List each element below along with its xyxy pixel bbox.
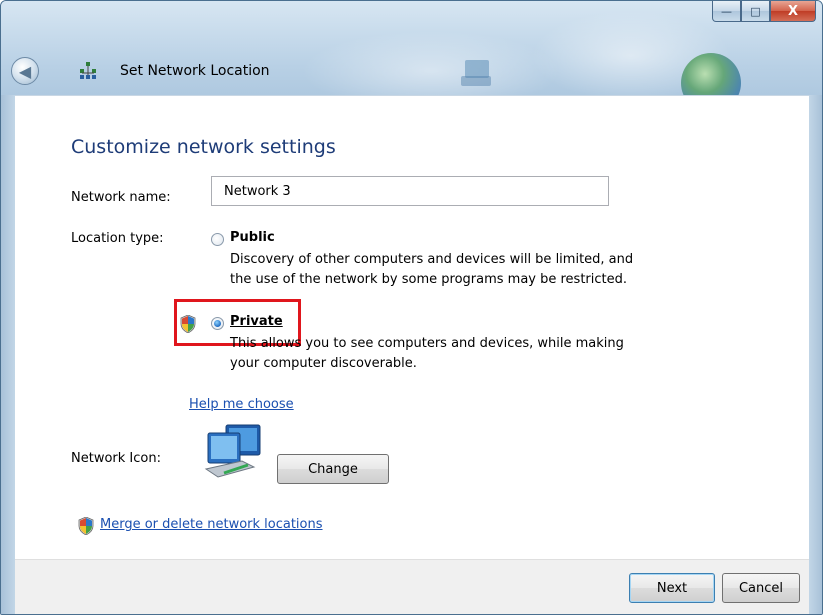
next-button-label: Next	[656, 580, 688, 596]
caption-buttons: — □ X	[712, 1, 816, 23]
page-heading: Customize network settings	[71, 136, 336, 158]
location-type-label: Location type:	[71, 231, 164, 246]
private-radio[interactable]	[211, 317, 224, 330]
back-arrow-icon: ◀	[18, 61, 32, 81]
window-title: Set Network Location	[120, 63, 270, 79]
public-option-label[interactable]: Public	[230, 230, 275, 245]
network-icon	[80, 62, 96, 79]
public-radio[interactable]	[211, 233, 224, 246]
public-description-line: Discovery of other computers and devices…	[230, 252, 634, 267]
cancel-button[interactable]: Cancel	[722, 573, 800, 603]
minimize-button[interactable]: —	[712, 1, 741, 22]
change-icon-button[interactable]: Change	[277, 454, 389, 484]
network-icon-label: Network Icon:	[71, 451, 161, 466]
public-description: Discovery of other computers and devices…	[230, 250, 710, 290]
network-watermark-icon	[461, 60, 491, 86]
network-name-input[interactable]	[211, 176, 609, 206]
private-description: This allows you to see computers and dev…	[230, 334, 710, 374]
window-border-left	[1, 95, 15, 614]
private-description-line: This allows you to see computers and dev…	[230, 336, 624, 351]
public-description-line: the use of the network by some programs …	[230, 272, 628, 287]
network-computers-icon	[204, 424, 261, 478]
button-bar: Next Cancel	[15, 559, 809, 614]
window-border-right	[809, 95, 822, 614]
merge-delete-locations-link[interactable]: Merge or delete network locations	[100, 517, 323, 532]
content-panel: Customize network settings Network name:…	[15, 95, 809, 560]
private-description-line: your computer discoverable.	[230, 356, 417, 371]
back-button[interactable]: ◀	[11, 57, 39, 85]
next-button[interactable]: Next	[629, 573, 715, 603]
uac-shield-icon	[180, 315, 196, 333]
cancel-button-label: Cancel	[738, 580, 784, 596]
network-name-label: Network name:	[71, 190, 171, 205]
close-button[interactable]: X	[770, 1, 816, 22]
wizard-window: — □ X ◀ Set Network Location Customize n…	[0, 0, 823, 615]
private-option-label[interactable]: Private	[230, 314, 283, 329]
help-me-choose-link[interactable]: Help me choose	[189, 397, 294, 412]
maximize-button[interactable]: □	[741, 1, 770, 22]
uac-shield-icon	[78, 517, 94, 535]
